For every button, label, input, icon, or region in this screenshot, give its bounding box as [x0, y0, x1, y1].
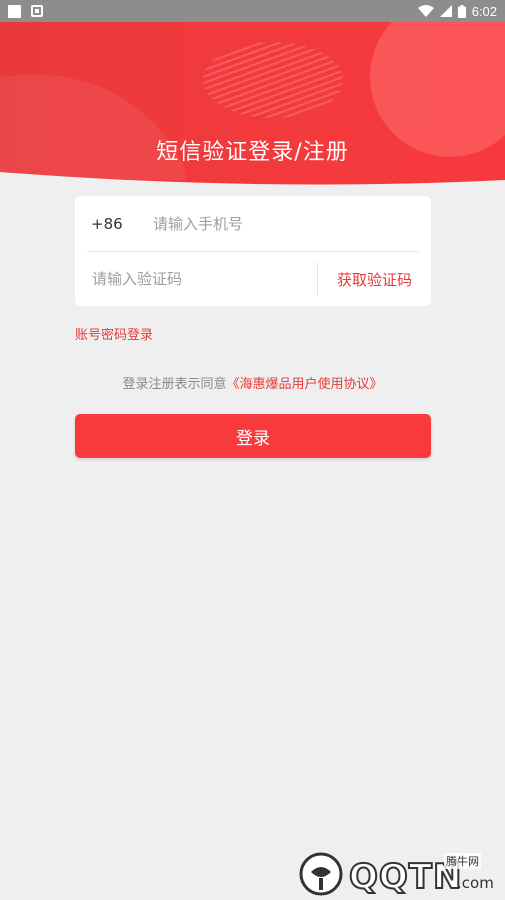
- wifi-icon: [417, 5, 434, 17]
- header-banner: 短信验证登录/注册: [0, 22, 505, 187]
- get-code-button[interactable]: 获取验证码: [318, 269, 431, 290]
- watermark-sub-label: 腾牛网: [444, 853, 481, 869]
- agreement-link[interactable]: 《海惠爆品用户使用协议》: [227, 377, 383, 392]
- agreement-prefix: 登录注册表示同意: [122, 377, 227, 392]
- verification-code-input[interactable]: [92, 270, 317, 288]
- agreement-text: 登录注册表示同意《海惠爆品用户使用协议》: [0, 373, 505, 392]
- watermark-logo: QQTN .com 腾牛网: [297, 850, 502, 898]
- page-title: 短信验证登录/注册: [156, 140, 349, 165]
- phone-row: +86: [75, 196, 431, 251]
- notification-app-icon: [31, 5, 43, 17]
- status-left: [8, 4, 43, 18]
- status-time: 6:02: [471, 3, 497, 19]
- login-form-card: +86 获取验证码: [75, 196, 431, 306]
- status-right: 6:02: [417, 3, 497, 19]
- code-row: 获取验证码: [75, 252, 431, 306]
- notification-square-icon: [8, 4, 21, 18]
- login-button[interactable]: 登录: [75, 414, 431, 458]
- password-login-link[interactable]: 账号密码登录: [75, 324, 153, 343]
- country-code[interactable]: +86: [75, 215, 135, 233]
- signal-icon: [439, 5, 452, 17]
- status-bar: 6:02: [0, 0, 505, 22]
- battery-icon: [457, 4, 466, 18]
- phone-input[interactable]: [153, 214, 413, 233]
- svg-text:.com: .com: [457, 874, 494, 892]
